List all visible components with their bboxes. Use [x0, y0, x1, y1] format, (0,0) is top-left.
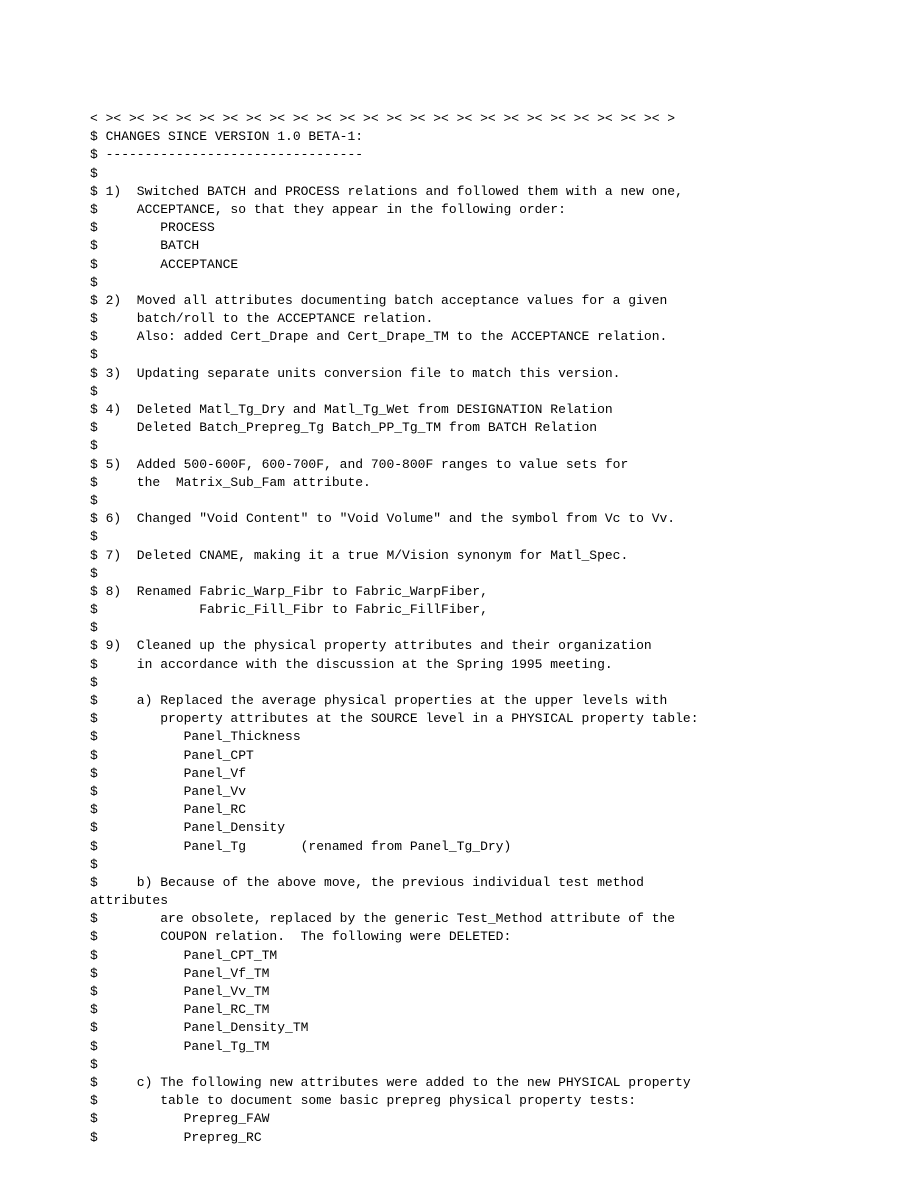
- document-body: < >< >< >< >< >< >< >< >< >< >< >< >< ><…: [90, 110, 830, 1147]
- document-page: < >< >< >< >< >< >< >< >< >< >< >< >< ><…: [0, 0, 920, 1191]
